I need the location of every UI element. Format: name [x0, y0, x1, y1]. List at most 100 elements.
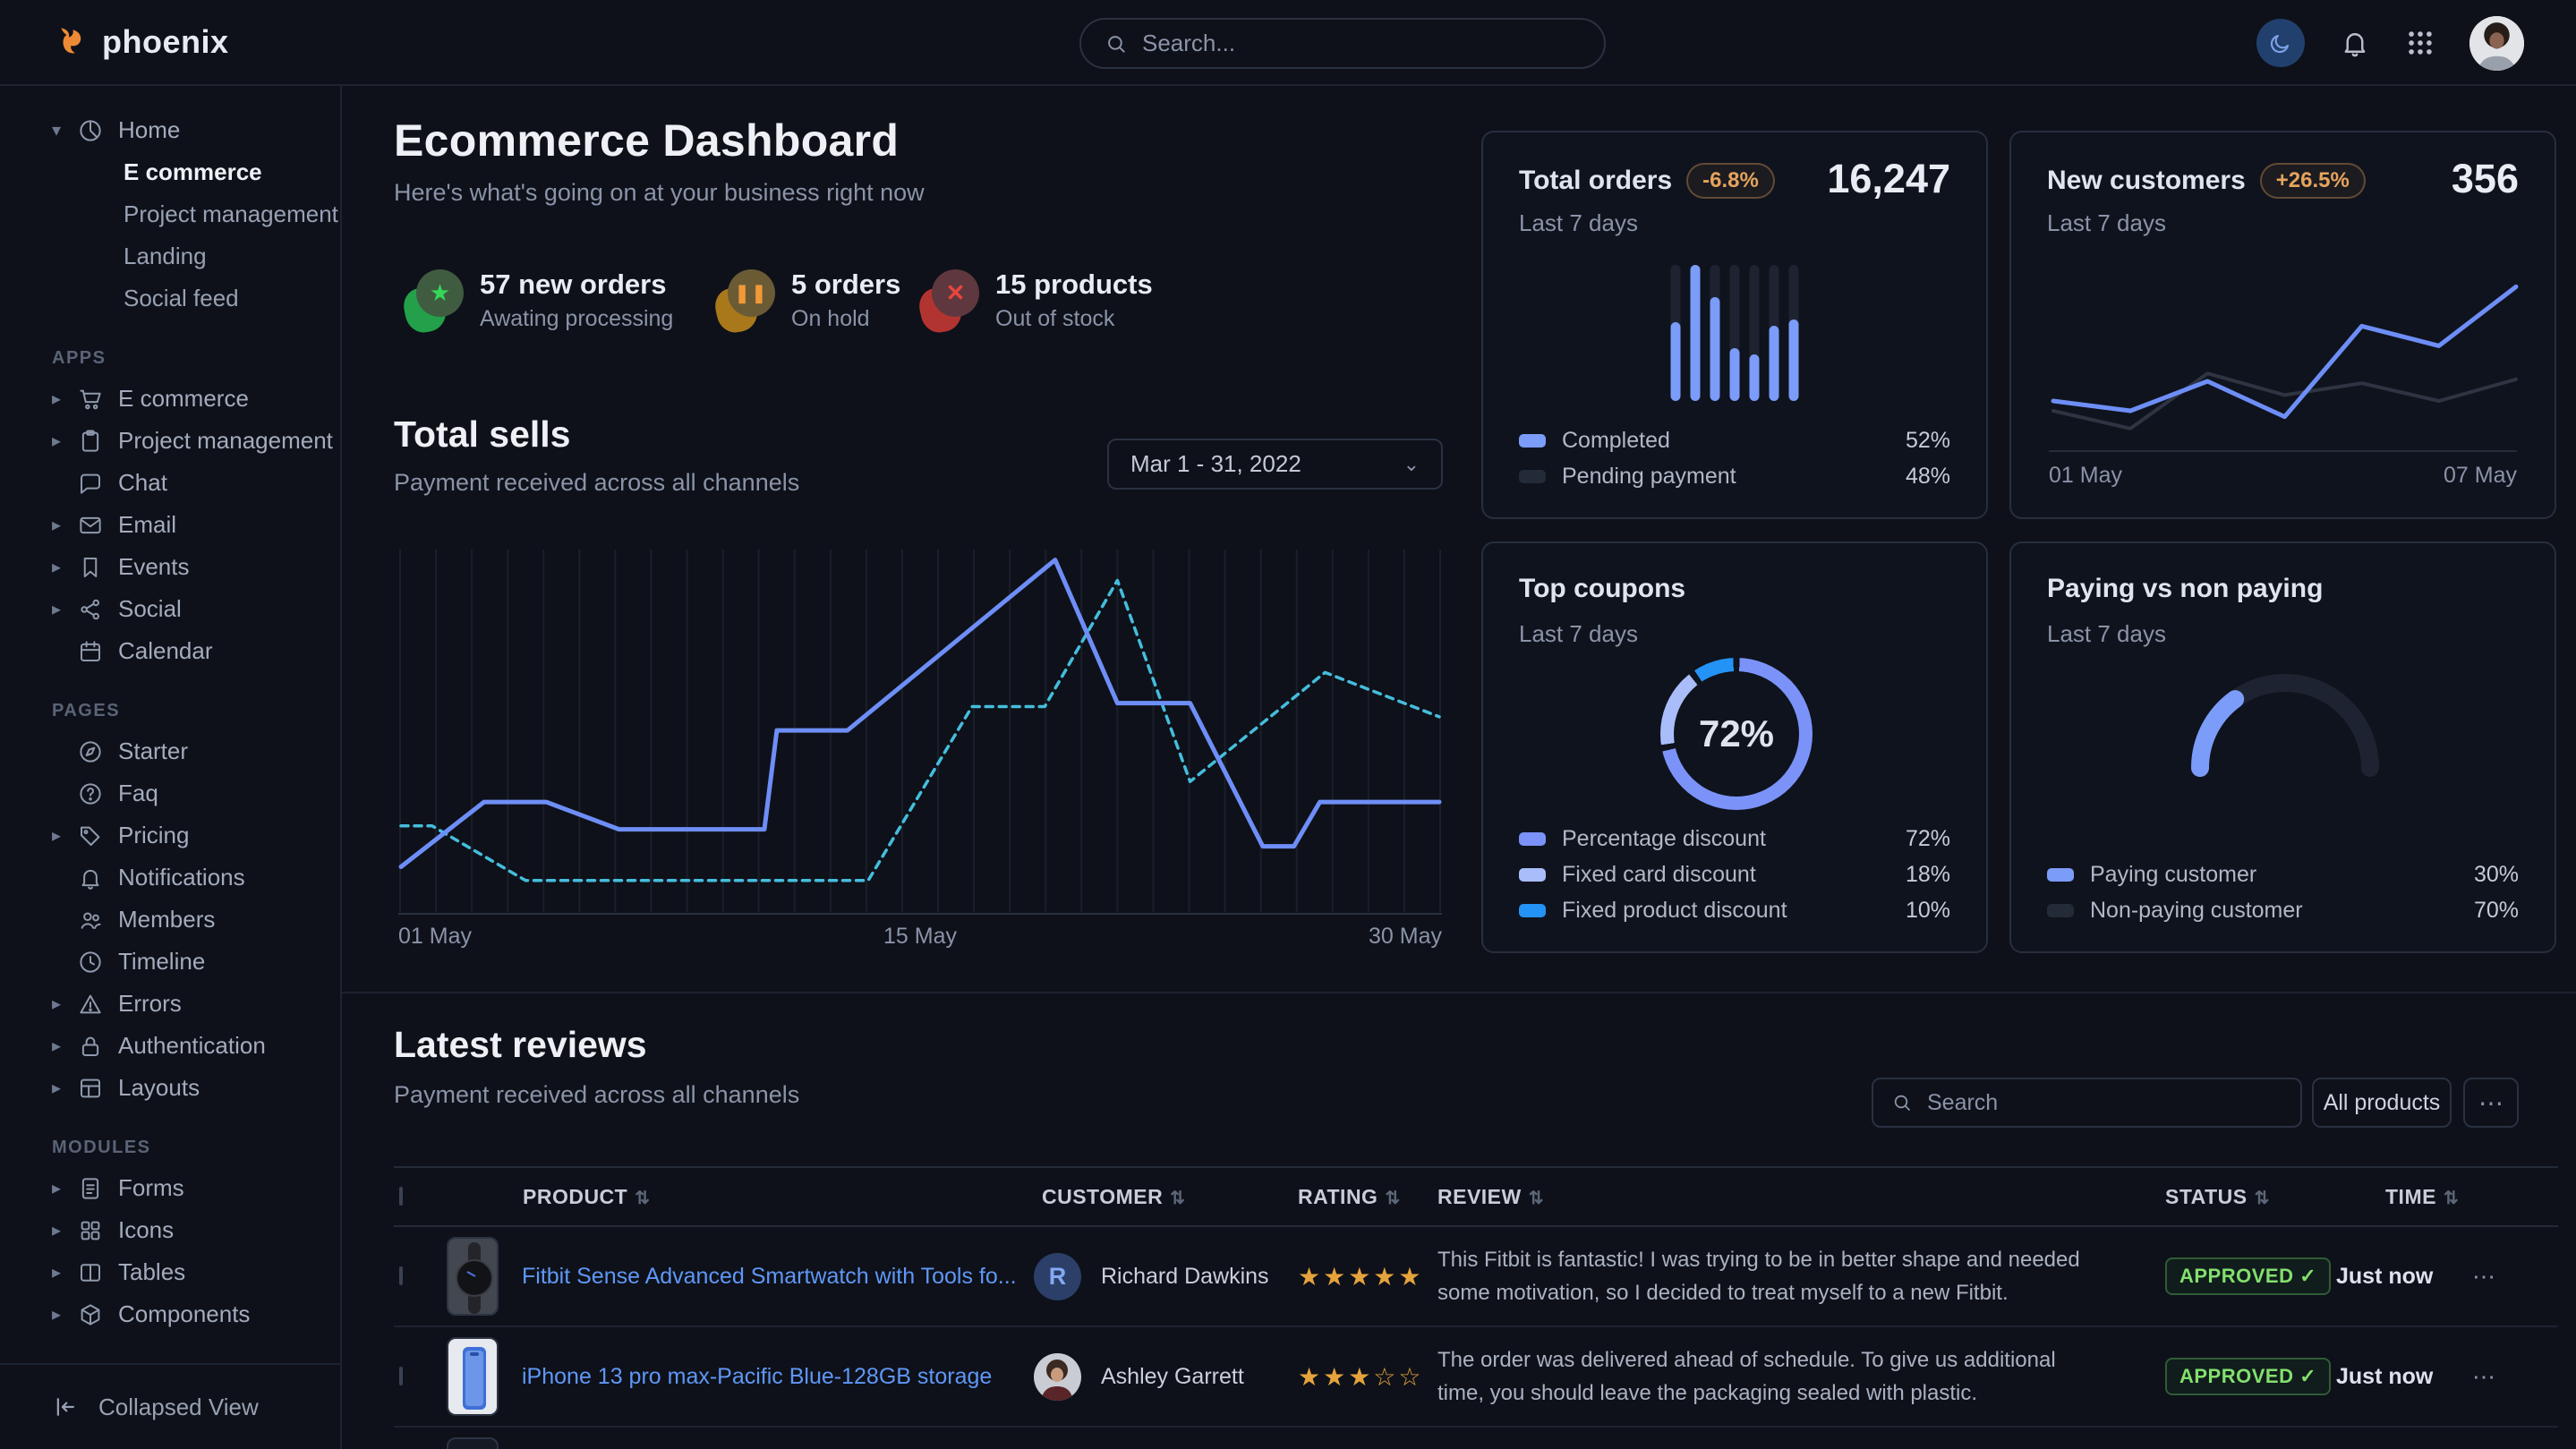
- sidebar-item-errors[interactable]: ▸Errors: [0, 983, 340, 1025]
- sidebar-item-label: Members: [118, 906, 215, 933]
- clipboard-icon: [77, 428, 118, 455]
- customer-name: Ashley Garrett: [1101, 1364, 1244, 1390]
- select-all-checkbox[interactable]: [399, 1187, 403, 1206]
- column-header-rating[interactable]: RATING⇅: [1298, 1185, 1437, 1209]
- sidebar-item-layouts[interactable]: ▸Layouts: [0, 1067, 340, 1109]
- sort-icon: ⇅: [1529, 1189, 1544, 1208]
- row-more-button[interactable]: ⋯: [2472, 1263, 2558, 1291]
- sidebar-item-icons[interactable]: ▸ Icons: [0, 1209, 340, 1251]
- theme-toggle-button[interactable]: [2256, 19, 2305, 67]
- clock-icon: [77, 949, 118, 976]
- sidebar-item-project-management[interactable]: ▸Project management: [0, 420, 340, 462]
- stat-out-of-stock: ✕ 15 products Out of stock: [920, 268, 1153, 332]
- product-link[interactable]: Fitbit Sense Advanced Smartwatch with To…: [522, 1264, 1017, 1290]
- reviews-search: [1872, 1078, 2302, 1128]
- search-icon: [1105, 32, 1128, 55]
- sidebar-item-timeline[interactable]: Timeline: [0, 941, 340, 983]
- sidebar-item-components[interactable]: ▸Components: [0, 1293, 340, 1335]
- sidebar-item-events[interactable]: ▸Events: [0, 546, 340, 588]
- bar: [1710, 265, 1720, 401]
- sidebar-item-home[interactable]: ▾Home: [0, 109, 340, 151]
- sidebar-item-starter[interactable]: Starter: [0, 730, 340, 772]
- legend-value: 10%: [1906, 898, 1950, 924]
- column-header-status[interactable]: STATUS⇅: [2165, 1185, 2336, 1209]
- caret-icon: ▸: [52, 1219, 77, 1241]
- reviews-search-input[interactable]: [1927, 1090, 2282, 1116]
- sidebar-item-label: Calendar: [118, 637, 213, 665]
- sort-icon: ⇅: [2255, 1189, 2270, 1208]
- row-checkbox[interactable]: [399, 1266, 403, 1285]
- orders-bar-chart: [1671, 265, 1799, 401]
- sidebar-subitem-social-feed[interactable]: Social feed: [0, 277, 340, 320]
- stat-value: 57 new orders: [480, 268, 673, 301]
- warning-icon: [77, 991, 118, 1018]
- collapsed-view-toggle[interactable]: Collapsed View: [0, 1363, 340, 1449]
- sidebar-item-forms[interactable]: ▸Forms: [0, 1167, 340, 1209]
- sidebar-item-faq[interactable]: Faq: [0, 772, 340, 814]
- sidebar-subitem-landing[interactable]: Landing: [0, 235, 340, 277]
- caret-icon: ▸: [52, 993, 77, 1015]
- legend-value: 70%: [2474, 898, 2519, 924]
- notifications-bell-icon[interactable]: [2339, 27, 2371, 59]
- row-more-button[interactable]: ⋯: [2472, 1363, 2558, 1391]
- bar: [1789, 265, 1799, 401]
- sidebar-item-members[interactable]: Members: [0, 899, 340, 941]
- reviews-more-button[interactable]: ⋯: [2463, 1078, 2519, 1128]
- column-header-time[interactable]: TIME⇅: [2336, 1185, 2472, 1209]
- product-link[interactable]: iPhone 13 pro max-Pacific Blue-128GB sto…: [522, 1364, 992, 1390]
- paying-legend: Paying customer30%Non-paying customer70%: [2047, 857, 2519, 928]
- global-search-input[interactable]: [1142, 30, 1581, 57]
- all-products-button[interactable]: All products: [2312, 1078, 2452, 1128]
- sidebar-subitem-project-management[interactable]: Project management: [0, 193, 340, 235]
- column-header-customer[interactable]: CUSTOMER⇅: [1034, 1185, 1298, 1209]
- x-label: 01 May: [398, 924, 472, 950]
- sidebar-item-label: Notifications: [118, 864, 245, 891]
- sidebar-section-label: PAGES: [0, 701, 340, 721]
- caret-icon: ▸: [52, 1077, 77, 1099]
- sidebar-item-calendar[interactable]: Calendar: [0, 630, 340, 672]
- review-row: [394, 1428, 2558, 1449]
- file-icon: [77, 1175, 118, 1202]
- row-checkbox[interactable]: [399, 1367, 403, 1385]
- collapsed-view-label: Collapsed View: [98, 1394, 259, 1421]
- new-orders-star-icon: ★: [405, 269, 464, 332]
- column-header-review[interactable]: REVIEW⇅: [1437, 1185, 2165, 1209]
- sidebar-item-notifications[interactable]: Notifications: [0, 857, 340, 899]
- icons-icon: [77, 1217, 118, 1244]
- card-period: Last 7 days: [2047, 209, 2166, 237]
- sidebar-item-e-commerce[interactable]: ▸E commerce: [0, 378, 340, 420]
- table-icon: [77, 1259, 118, 1286]
- stat-value: 15 products: [995, 268, 1153, 301]
- apps-grid-icon[interactable]: [2405, 28, 2435, 58]
- stat-new-orders: ★ 57 new orders Awating processing: [405, 268, 673, 332]
- sidebar-subitem-e-commerce[interactable]: E commerce: [0, 151, 340, 193]
- envelope-icon: [77, 512, 118, 539]
- sidebar-item-pricing[interactable]: ▸Pricing: [0, 814, 340, 857]
- sidebar-item-tables[interactable]: ▸Tables: [0, 1251, 340, 1293]
- sidebar-item-label: Email: [118, 511, 176, 539]
- sidebar-item-social[interactable]: ▸Social: [0, 588, 340, 630]
- sidebar-item-authentication[interactable]: ▸Authentication: [0, 1025, 340, 1067]
- date-range-select[interactable]: Mar 1 - 31, 2022 ⌄: [1107, 439, 1443, 490]
- user-avatar[interactable]: [2469, 16, 2524, 71]
- top-coupons-card: Top coupons Last 7 days 72% Percentage d…: [1481, 541, 1988, 953]
- section-divider: [342, 992, 2576, 993]
- brand[interactable]: phoenix: [52, 23, 229, 61]
- reviews-table-header: PRODUCT⇅ CUSTOMER⇅ RATING⇅ REVIEW⇅ STATU…: [394, 1166, 2558, 1227]
- customer-name: Richard Dawkins: [1101, 1264, 1269, 1290]
- caret-icon: ▸: [52, 824, 77, 847]
- column-header-product[interactable]: PRODUCT⇅: [447, 1185, 1034, 1209]
- card-period: Last 7 days: [1519, 209, 1638, 237]
- sort-icon: ⇅: [1385, 1189, 1400, 1208]
- latest-reviews-subtitle: Payment received across all channels: [394, 1081, 799, 1109]
- product-thumbnail: [447, 1237, 499, 1316]
- legend-value: 18%: [1906, 862, 1950, 888]
- stat-sub: Awating processing: [480, 306, 673, 332]
- calendar-icon: [77, 638, 118, 665]
- sidebar-item-chat[interactable]: Chat: [0, 462, 340, 504]
- legend-value: 30%: [2474, 862, 2519, 888]
- orders-legend: Completed52%Pending payment48%: [1519, 422, 1950, 494]
- sidebar-item-label: Icons: [118, 1216, 174, 1244]
- sidebar-item-email[interactable]: ▸Email: [0, 504, 340, 546]
- rating-stars: ★★★☆☆: [1298, 1362, 1437, 1392]
